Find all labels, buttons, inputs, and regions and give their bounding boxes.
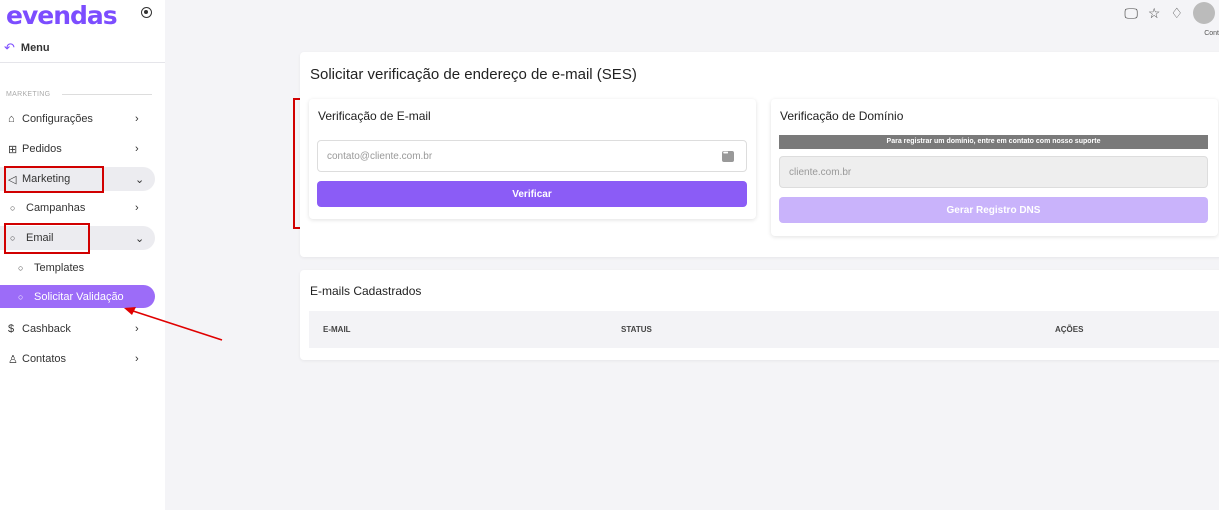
chevron-right-icon: ›	[135, 353, 139, 365]
undo-arrow-icon: ↶	[4, 40, 15, 55]
dollar-circle-icon: $	[8, 323, 15, 335]
circle-bullet-icon: ○	[18, 291, 24, 302]
chevron-right-icon: ›	[135, 113, 139, 125]
section-label: MARKETING	[6, 91, 51, 98]
email-input[interactable]: contato@cliente.com.br	[317, 140, 747, 172]
divider	[0, 62, 165, 63]
users-icon: ♙	[8, 353, 18, 366]
monitor-icon[interactable]: 🖵	[1124, 5, 1138, 22]
annotation-arrow	[124, 307, 223, 341]
sidebar-item-configuracoes[interactable]: ⌂ Configurações ›	[0, 107, 155, 131]
menu-label: Menu	[20, 42, 50, 54]
sidebar-item-contatos[interactable]: ♙ Contatos ›	[0, 347, 155, 371]
avatar[interactable]	[1193, 2, 1215, 24]
sidebar: evendas ↶ Menu MARKETING ⌂ Configurações…	[0, 0, 165, 510]
sidebar-item-label: Cashback	[22, 323, 71, 335]
domain-placeholder: cliente.com.br	[789, 166, 852, 178]
annotation-box	[4, 223, 90, 254]
domain-verification-card: Verificação de Domínio Para registrar um…	[771, 99, 1218, 236]
cart-icon: ⊞	[8, 143, 18, 156]
chevron-right-icon: ›	[135, 143, 139, 155]
list-title: E-mails Cadastrados	[310, 284, 422, 298]
chevron-right-icon: ›	[135, 202, 139, 214]
column-header-acoes: AÇÕES	[1055, 325, 1084, 334]
annotation-box	[4, 166, 104, 193]
circle-bullet-icon: ○	[18, 263, 24, 273]
support-notice: Para registrar um domínio, entre em cont…	[779, 135, 1208, 149]
card-title: Verificação de Domínio	[780, 109, 904, 123]
verify-button[interactable]: Verificar	[317, 181, 747, 207]
sidebar-item-label: Templates	[34, 262, 85, 274]
sidebar-item-campanhas[interactable]: ○ Campanhas ›	[0, 196, 155, 220]
sidebar-item-pedidos[interactable]: ⊞ Pedidos ›	[0, 137, 155, 161]
email-verification-card: Verificação de E-mail contato@cliente.co…	[309, 99, 756, 219]
table-header: E-MAIL STATUS AÇÕES	[309, 311, 1219, 348]
radio-toggle-icon[interactable]	[141, 7, 152, 18]
bell-icon[interactable]: ♢	[1170, 5, 1183, 22]
brand-logo[interactable]: evendas	[6, 1, 118, 30]
star-icon[interactable]: ☆	[1148, 5, 1161, 22]
generate-dns-button[interactable]: Gerar Registro DNS	[779, 197, 1208, 223]
chevron-down-icon: ⌄	[135, 173, 145, 186]
page-title: Solicitar verificação de endereço de e-m…	[310, 66, 637, 83]
chevron-down-icon: ⌄	[135, 232, 145, 245]
email-placeholder: contato@cliente.com.br	[327, 150, 433, 162]
menu-toggle[interactable]: ↶ Menu	[4, 40, 50, 56]
column-header-status[interactable]: STATUS	[621, 325, 652, 334]
column-header-email[interactable]: E-MAIL	[323, 325, 351, 334]
top-toolbar: 🖵 ☆ ♢	[1124, 2, 1215, 24]
circle-bullet-icon: ○	[10, 203, 16, 213]
card-title: Verificação de E-mail	[318, 109, 431, 123]
domain-input[interactable]: cliente.com.br	[779, 156, 1208, 188]
sidebar-item-label: Configurações	[22, 113, 93, 125]
home-gear-icon: ⌂	[8, 113, 15, 125]
sidebar-item-label: Contatos	[22, 353, 67, 365]
sidebar-item-label: Campanhas	[26, 202, 86, 214]
keypad-icon	[722, 150, 734, 162]
sidebar-item-label: Pedidos	[22, 143, 62, 155]
user-label: Cont	[1204, 30, 1219, 37]
divider	[62, 94, 152, 95]
sidebar-item-templates[interactable]: ○ Templates	[0, 256, 155, 280]
